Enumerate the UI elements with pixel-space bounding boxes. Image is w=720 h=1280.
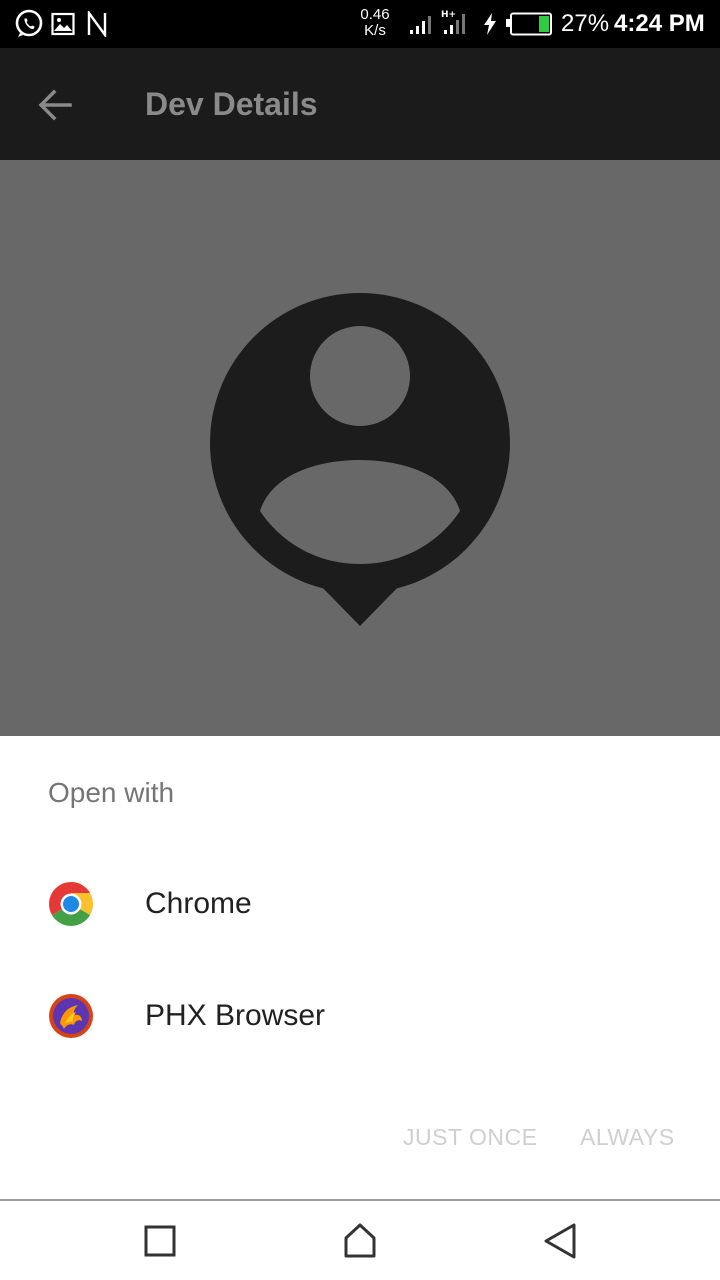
phx-browser-icon: [49, 994, 93, 1038]
battery-percent: 27%: [561, 10, 610, 37]
just-once-button[interactable]: JUST ONCE: [403, 1122, 537, 1152]
signal-icon: [410, 16, 431, 34]
arrow-back-icon[interactable]: [36, 86, 74, 124]
app-bar: Dev Details: [0, 48, 720, 160]
app-option-phx-browser[interactable]: PHX Browser: [0, 960, 720, 1072]
screen: 0.46 K/s H+ 27% 4:24 PM Dev Details Open…: [0, 0, 720, 1280]
back-icon[interactable]: [540, 1221, 580, 1261]
network-speed-unit: K/s: [364, 22, 386, 39]
charging-icon: [484, 13, 496, 35]
status-bar: 0.46 K/s H+ 27% 4:24 PM: [0, 0, 720, 48]
battery-icon: [506, 12, 552, 36]
content-area: [0, 160, 720, 736]
whatsapp-icon: [15, 9, 43, 37]
always-button[interactable]: ALWAYS: [580, 1122, 675, 1152]
person-pin-icon: [210, 293, 510, 626]
network-speed-value: 0.46: [360, 6, 390, 23]
n-icon: [87, 11, 107, 37]
signal-ht-icon: H+: [441, 10, 465, 34]
network-speed: 0.46 K/s: [354, 7, 396, 39]
nav-bar: [0, 1201, 720, 1280]
sheet-title: Open with: [48, 777, 175, 808]
home-icon[interactable]: [340, 1221, 380, 1261]
image-icon: [51, 12, 75, 36]
svg-text:H+: H+: [441, 10, 456, 20]
page-title: Dev Details: [145, 86, 318, 122]
open-with-sheet: Open with Chrome PHX Browser JUST ONCE A…: [0, 736, 720, 1200]
clock: 4:24 PM: [614, 10, 705, 37]
app-label-chrome: Chrome: [145, 887, 252, 920]
app-option-chrome[interactable]: Chrome: [0, 848, 720, 960]
recents-icon[interactable]: [140, 1221, 180, 1261]
app-label-phx-browser: PHX Browser: [145, 999, 326, 1032]
chrome-icon: [49, 882, 93, 926]
